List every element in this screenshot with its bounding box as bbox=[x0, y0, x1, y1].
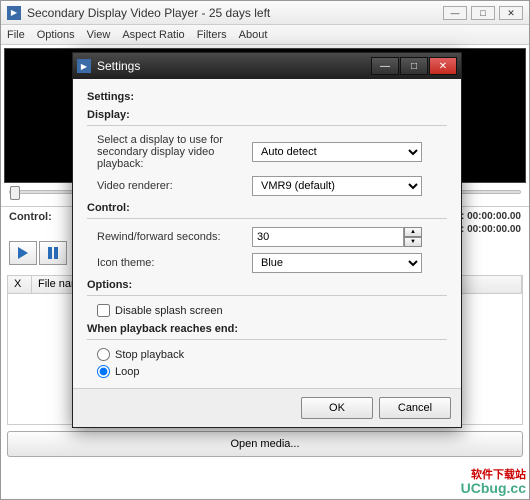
pause-icon bbox=[45, 245, 61, 261]
disable-splash-checkbox[interactable] bbox=[97, 304, 110, 317]
loop-radio[interactable] bbox=[97, 365, 110, 378]
loop-label: Loop bbox=[115, 366, 139, 378]
col-x[interactable]: X bbox=[8, 276, 32, 293]
menu-options[interactable]: Options bbox=[37, 29, 75, 41]
renderer-select[interactable]: VMR9 (default) bbox=[252, 176, 422, 196]
play-icon bbox=[15, 245, 31, 261]
stop-playback-label: Stop playback bbox=[115, 349, 184, 361]
renderer-label: Video renderer: bbox=[97, 180, 252, 192]
pause-button[interactable] bbox=[39, 241, 67, 265]
options-group: Options: bbox=[87, 279, 447, 291]
display-select[interactable]: Auto detect bbox=[252, 142, 422, 162]
dialog-close-button[interactable]: ✕ bbox=[429, 57, 457, 75]
close-button[interactable]: ✕ bbox=[499, 6, 523, 20]
dialog-title: Settings bbox=[97, 59, 370, 73]
open-media-label: Open media... bbox=[230, 438, 299, 450]
rewind-label: Rewind/forward seconds: bbox=[97, 231, 252, 243]
watermark-line1: 软件下载站 bbox=[461, 469, 526, 481]
rewind-input[interactable] bbox=[252, 227, 404, 247]
display-group: Display: bbox=[87, 109, 447, 121]
window-title: Secondary Display Video Player - 25 days… bbox=[27, 6, 443, 20]
main-titlebar: ▶ Secondary Display Video Player - 25 da… bbox=[1, 1, 529, 25]
spin-up-button[interactable]: ▲ bbox=[404, 227, 422, 237]
disable-splash-label: Disable splash screen bbox=[115, 305, 223, 317]
cancel-button[interactable]: Cancel bbox=[379, 397, 451, 419]
menu-file[interactable]: File bbox=[7, 29, 25, 41]
playback-end-group: When playback reaches end: bbox=[87, 323, 447, 335]
spin-down-button[interactable]: ▼ bbox=[404, 237, 422, 247]
control-group: Control: bbox=[87, 202, 447, 214]
menubar: File Options View Aspect Ratio Filters A… bbox=[1, 25, 529, 45]
app-icon: ▶ bbox=[7, 6, 21, 20]
settings-heading: Settings: bbox=[87, 91, 447, 103]
open-media-button[interactable]: Open media... bbox=[7, 431, 523, 457]
control-label: Control: bbox=[9, 211, 52, 237]
play-button[interactable] bbox=[9, 241, 37, 265]
watermark-line2: UCbug.cc bbox=[461, 481, 526, 496]
icon-theme-select[interactable]: Blue bbox=[252, 253, 422, 273]
divider bbox=[87, 218, 447, 219]
icon-theme-label: Icon theme: bbox=[97, 257, 252, 269]
menu-aspect-ratio[interactable]: Aspect Ratio bbox=[122, 29, 184, 41]
dialog-minimize-button[interactable]: — bbox=[371, 57, 399, 75]
divider bbox=[87, 295, 447, 296]
dialog-footer: OK Cancel bbox=[73, 388, 461, 427]
menu-view[interactable]: View bbox=[87, 29, 111, 41]
seek-thumb[interactable] bbox=[10, 186, 20, 200]
menu-about[interactable]: About bbox=[239, 29, 268, 41]
divider bbox=[87, 125, 447, 126]
menu-filters[interactable]: Filters bbox=[197, 29, 227, 41]
watermark: 软件下载站 UCbug.cc bbox=[461, 469, 526, 496]
ok-button[interactable]: OK bbox=[301, 397, 373, 419]
dialog-maximize-button[interactable]: □ bbox=[400, 57, 428, 75]
stop-playback-radio[interactable] bbox=[97, 348, 110, 361]
position-value: 00:00:00.00 bbox=[467, 211, 521, 222]
minimize-button[interactable]: — bbox=[443, 6, 467, 20]
dialog-body: Settings: Display: Select a display to u… bbox=[73, 79, 461, 388]
settings-dialog: ▶ Settings — □ ✕ Settings: Display: Sele… bbox=[72, 52, 462, 428]
dialog-icon: ▶ bbox=[77, 59, 91, 73]
dialog-titlebar[interactable]: ▶ Settings — □ ✕ bbox=[73, 53, 461, 79]
length-value: 00:00:00.00 bbox=[467, 224, 521, 235]
maximize-button[interactable]: □ bbox=[471, 6, 495, 20]
divider bbox=[87, 339, 447, 340]
display-select-label: Select a display to use for secondary di… bbox=[97, 134, 252, 170]
